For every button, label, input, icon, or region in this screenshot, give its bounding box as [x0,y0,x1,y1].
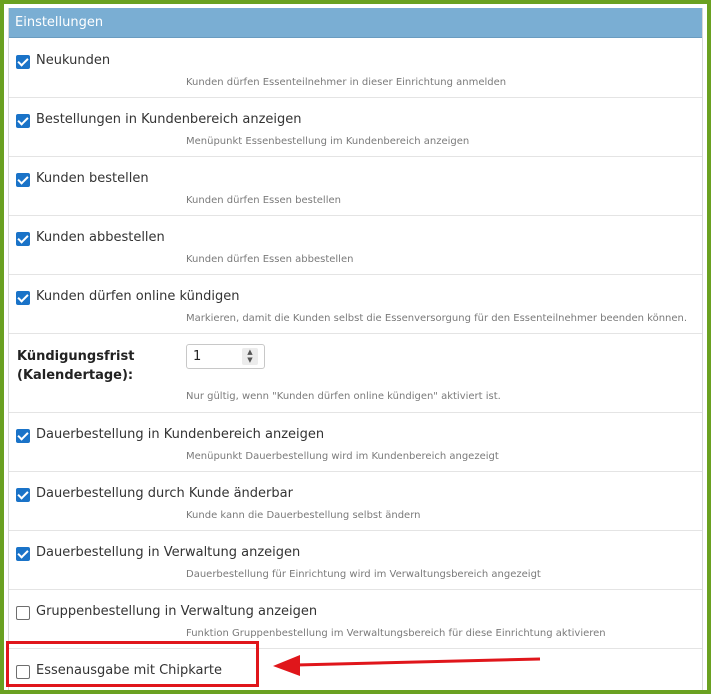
annotation-arrow-icon [273,655,541,676]
